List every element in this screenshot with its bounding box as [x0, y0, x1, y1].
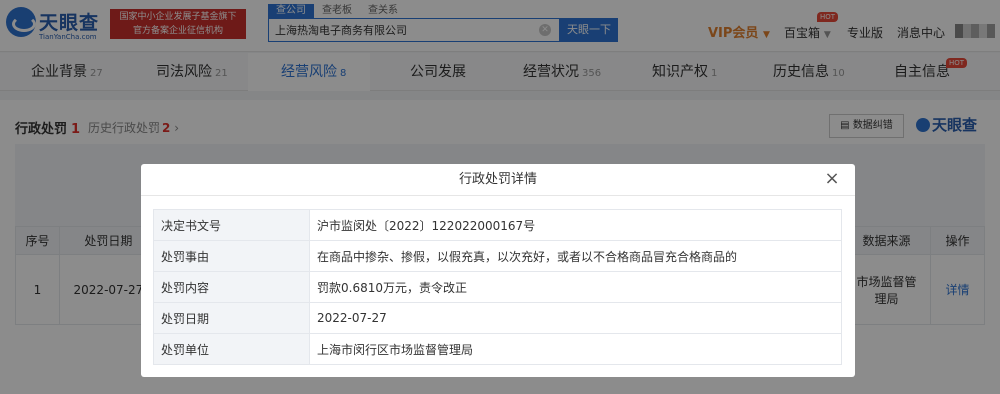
- detail-value: 罚款0.6810万元，责令改正: [309, 271, 842, 303]
- detail-key: 处罚日期: [153, 302, 310, 334]
- detail-value: 2022-07-27: [309, 302, 842, 334]
- detail-row-content: 处罚内容 罚款0.6810万元，责令改正: [153, 271, 842, 303]
- detail-row-authority: 处罚单位 上海市闵行区市场监督管理局: [153, 333, 842, 365]
- penalty-detail-modal: 行政处罚详情 × 决定书文号 沪市监闵处〔2022〕122022000167号 处…: [141, 164, 855, 377]
- detail-key: 处罚单位: [153, 333, 310, 365]
- detail-row-date: 处罚日期 2022-07-27: [153, 302, 842, 334]
- detail-value: 沪市监闵处〔2022〕122022000167号: [309, 209, 842, 241]
- detail-key: 决定书文号: [153, 209, 310, 241]
- detail-row-doc-number: 决定书文号 沪市监闵处〔2022〕122022000167号: [153, 209, 842, 241]
- detail-table: 决定书文号 沪市监闵处〔2022〕122022000167号 处罚事由 在商品中掺杂…: [153, 209, 842, 365]
- detail-value: 上海市闵行区市场监督管理局: [309, 333, 842, 365]
- modal-header: 行政处罚详情 ×: [141, 164, 855, 196]
- detail-value: 在商品中掺杂、掺假，以假充真，以次充好，或者以不合格商品冒充合格商品的: [309, 240, 842, 272]
- detail-key: 处罚事由: [153, 240, 310, 272]
- modal-title: 行政处罚详情: [458, 172, 537, 187]
- close-icon[interactable]: ×: [823, 170, 841, 188]
- detail-key: 处罚内容: [153, 271, 310, 303]
- detail-row-reason: 处罚事由 在商品中掺杂、掺假，以假充真，以次充好，或者以不合格商品冒充合格商品的: [153, 240, 842, 272]
